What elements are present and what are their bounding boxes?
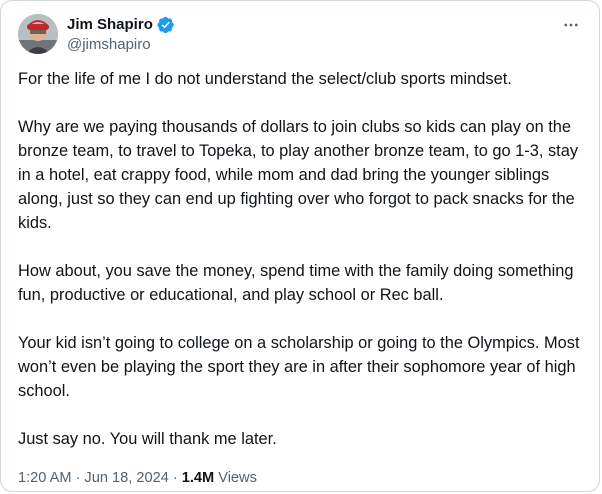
meta-separator: · [172, 470, 178, 486]
verified-badge-icon [157, 16, 175, 34]
tweet-text: For the life of me I do not understand t… [18, 67, 588, 475]
author-handle[interactable]: @jimshapiro [67, 35, 151, 55]
avatar[interactable] [18, 14, 58, 54]
tweet-time[interactable]: 1:20 AM [18, 470, 72, 486]
tweet-paragraph: Why are we paying thousands of dollars t… [18, 118, 579, 232]
author-name-row: Jim Shapiro [67, 15, 175, 35]
tweet-paragraph: Your kid isn’t going to college on a sch… [18, 334, 580, 400]
tweet-card[interactable]: Jim Shapiro @jimshapiro For the life of … [0, 0, 600, 492]
tweet-paragraph: Just say no. You will thank me later. [18, 430, 277, 448]
tweet-paragraph: For the life of me I do not understand t… [18, 70, 512, 88]
meta-separator: · [75, 470, 81, 486]
tweet-date[interactable]: Jun 18, 2024 [84, 470, 168, 486]
avatar-image [18, 14, 58, 54]
views-label: Views [218, 470, 257, 486]
tweet-meta: 1:20 AM · Jun 18, 2024 · 1.4M Views [18, 468, 257, 488]
tweet-paragraph: How about, you save the money, spend tim… [18, 262, 574, 304]
more-horizontal-icon[interactable] [561, 15, 581, 35]
author-display-name[interactable]: Jim Shapiro [67, 15, 153, 35]
views-count[interactable]: 1.4M [182, 470, 214, 486]
